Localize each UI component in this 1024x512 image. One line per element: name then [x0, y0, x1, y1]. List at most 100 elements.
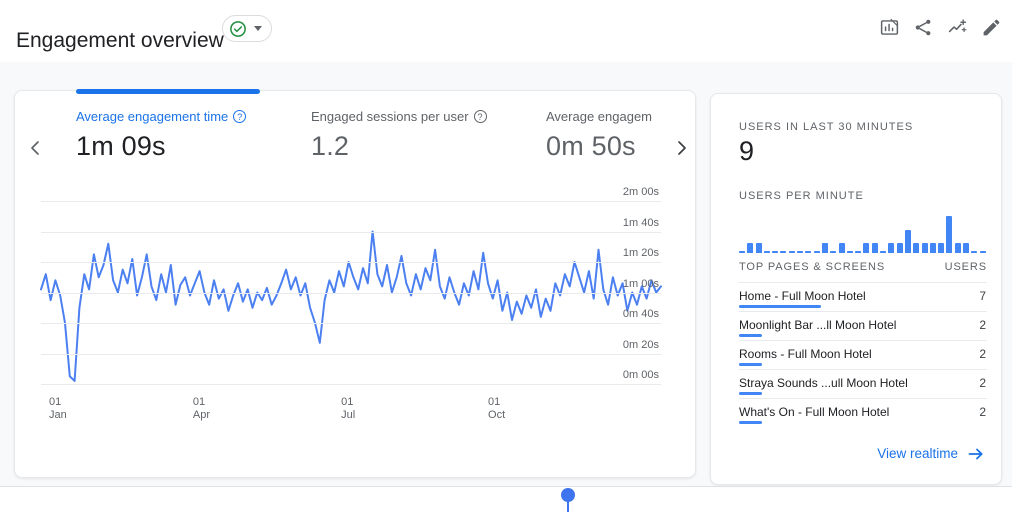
minute-bar	[772, 251, 778, 253]
minute-bar	[880, 251, 886, 253]
x-axis-tick-label: 01 Jul	[341, 396, 355, 422]
minute-bar	[905, 230, 911, 253]
bottom-divider	[0, 486, 1012, 487]
users-count-cell: 7	[979, 289, 986, 303]
view-realtime-label: View realtime	[877, 446, 958, 461]
gridline	[41, 354, 661, 355]
metric-label: Engaged sessions per user	[311, 109, 469, 124]
page-title-cell: Moonlight Bar ...ll Moon Hotel	[739, 318, 896, 332]
edit-icon[interactable]	[981, 17, 1002, 38]
help-icon[interactable]: ?	[233, 110, 246, 123]
x-axis-tick-label: 01 Apr	[193, 396, 210, 422]
y-axis-tick-label: 0m 40s	[623, 308, 659, 320]
page-title-cell: Rooms - Full Moon Hotel	[739, 347, 872, 361]
top-pages-table-header: TOP PAGES & SCREENS USERS	[739, 261, 987, 283]
metric-value: 1m 09s	[76, 131, 246, 162]
metric-label: Average engagem	[546, 109, 652, 124]
engagement-line-chart: 2m 00s1m 40s1m 20s1m 00s0m 40s0m 20s0m 0…	[41, 201, 661, 384]
minute-bar	[739, 251, 745, 253]
metric-tab-average-engagement-time[interactable]: Average engagement time ? 1m 09s	[76, 109, 246, 162]
engagement-overview-card: Average engagement time ? 1m 09s Engaged…	[14, 90, 696, 478]
users-last-30-min-label: USERS IN LAST 30 MINUTES	[739, 121, 913, 133]
minute-bar	[789, 251, 795, 253]
users-proportion-bar	[739, 305, 821, 308]
minute-bar	[830, 251, 836, 253]
minute-bar	[805, 251, 811, 253]
users-proportion-bar	[739, 334, 762, 337]
top-pages-row: Rooms - Full Moon Hotel2	[739, 341, 987, 370]
gridline	[41, 262, 661, 263]
users-last-30-min-value: 9	[739, 136, 754, 167]
top-pages-table: TOP PAGES & SCREENS USERS Home - Full Mo…	[739, 261, 987, 427]
users-per-minute-bar-chart	[739, 212, 988, 253]
metric-value: 0m 50s	[546, 131, 670, 162]
y-axis-tick-label: 1m 40s	[623, 217, 659, 229]
x-axis-tick-label: 01 Oct	[488, 396, 505, 422]
share-icon[interactable]	[913, 17, 934, 38]
page-title-cell: Straya Sounds ...ull Moon Hotel	[739, 376, 908, 390]
page-title-cell: What's On - Full Moon Hotel	[739, 405, 889, 419]
minute-bar	[888, 243, 894, 253]
minute-bar	[863, 243, 869, 253]
users-count-cell: 2	[979, 318, 986, 332]
y-axis-tick-label: 0m 20s	[623, 339, 659, 351]
customize-report-icon[interactable]	[879, 17, 900, 38]
minute-bar	[814, 251, 820, 253]
top-pages-row: What's On - Full Moon Hotel 2	[739, 399, 987, 427]
minute-bar	[855, 251, 861, 253]
next-metrics-button[interactable]	[675, 140, 689, 156]
minute-bar	[980, 251, 986, 253]
gridline	[41, 293, 661, 294]
minute-bar	[938, 243, 944, 253]
users-count-cell: 2	[979, 405, 986, 419]
y-axis-tick-label: 1m 00s	[623, 278, 659, 290]
report-status-badge[interactable]	[222, 15, 272, 42]
users-per-minute-label: USERS PER MINUTE	[739, 190, 864, 202]
previous-metrics-button[interactable]	[28, 140, 42, 156]
minute-bar	[822, 243, 828, 253]
top-pages-row: Moonlight Bar ...ll Moon Hotel 2	[739, 312, 987, 341]
gridline	[41, 384, 661, 385]
minute-bar	[922, 243, 928, 253]
insights-icon[interactable]	[947, 17, 968, 38]
selected-metric-indicator	[76, 89, 260, 94]
carousel-slider-handle[interactable]	[561, 488, 575, 502]
minute-bar	[839, 243, 845, 253]
help-icon[interactable]: ?	[474, 110, 487, 123]
page-title-cell: Home - Full Moon Hotel	[739, 289, 866, 303]
users-count-cell: 2	[979, 376, 986, 390]
check-circle-icon	[229, 20, 247, 38]
carousel-slider-line	[567, 501, 569, 512]
minute-bar	[946, 216, 952, 253]
y-axis-tick-label: 2m 00s	[623, 186, 659, 198]
minute-bar	[764, 251, 770, 253]
top-pages-row: Straya Sounds ...ull Moon Hotel 2	[739, 370, 987, 399]
header-toolbar	[879, 17, 1002, 38]
gridline	[41, 323, 661, 324]
x-axis-tick-label: 01 Jan	[49, 396, 67, 422]
y-axis-tick-label: 1m 20s	[623, 247, 659, 259]
metric-tab-engaged-sessions-per-user[interactable]: Engaged sessions per user ? 1.2	[311, 109, 487, 162]
minute-bar	[847, 251, 853, 253]
gridline	[41, 201, 661, 202]
column-users: USERS	[945, 261, 987, 273]
minute-bar	[955, 243, 961, 253]
minute-bar	[930, 243, 936, 253]
metric-label: Average engagement time	[76, 109, 228, 124]
top-pages-row: Home - Full Moon Hotel 7	[739, 283, 987, 312]
realtime-card: USERS IN LAST 30 MINUTES 9 USERS PER MIN…	[710, 93, 1002, 485]
minute-bar	[963, 243, 969, 253]
minute-bar	[897, 243, 903, 253]
metric-tab-average-engagement-truncated[interactable]: Average engagem 0m 50s	[546, 109, 670, 162]
minute-bar	[872, 243, 878, 253]
arrow-right-icon	[968, 447, 984, 461]
view-realtime-link[interactable]: View realtime	[877, 446, 984, 461]
minute-bar	[913, 243, 919, 253]
metric-value: 1.2	[311, 131, 487, 162]
minute-bar	[780, 251, 786, 253]
caret-down-icon	[254, 26, 262, 31]
column-pages: TOP PAGES & SCREENS	[739, 261, 885, 273]
users-proportion-bar	[739, 363, 762, 366]
minute-bar	[971, 251, 977, 253]
minute-bar	[747, 243, 753, 253]
